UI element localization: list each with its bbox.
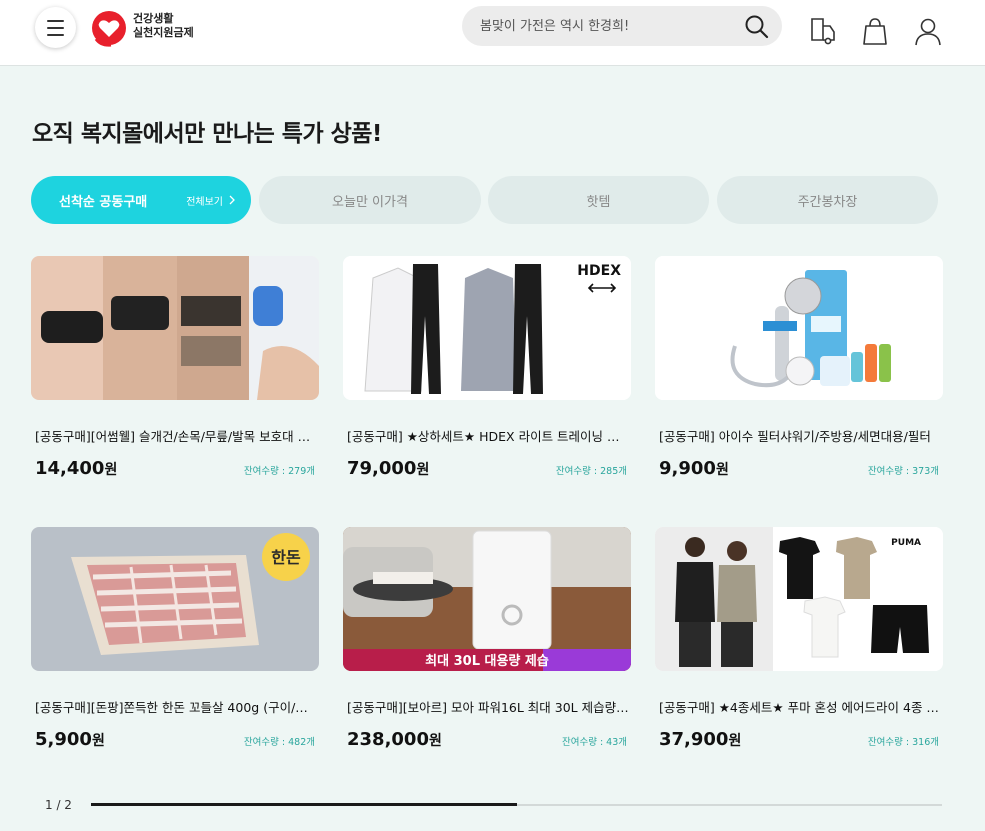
- product-image[interactable]: PUMA: [655, 527, 943, 671]
- product-price: 238,000원: [347, 729, 442, 750]
- site-header: 건강생활 실천지원금제: [0, 0, 985, 66]
- carousel-progress[interactable]: [91, 803, 942, 806]
- product-name[interactable]: [공동구매] ★4종세트★ 푸마 혼성 에어드라이 4종 세트: [655, 697, 941, 716]
- logo-line2: 실천지원금제: [133, 26, 194, 39]
- chevron-right-icon: [229, 195, 235, 205]
- search-icon[interactable]: [744, 14, 770, 40]
- product-name[interactable]: [공동구매][돈팡]쫀득한 한돈 꼬들살 400g (구이/수육): [31, 697, 317, 716]
- search-bar: [462, 6, 782, 46]
- carousel-progress-fill: [91, 803, 517, 806]
- view-all-link[interactable]: 전체보기: [186, 193, 235, 208]
- brand-badge: HDEX: [577, 263, 621, 279]
- product-price: 5,900원: [35, 729, 105, 750]
- logo-line1: 건강생활: [133, 12, 174, 25]
- user-icon[interactable]: [914, 16, 942, 46]
- product-price: 79,000원: [347, 458, 430, 479]
- product-card[interactable]: HDEX [공동구매] ★상하세트★ HDEX 라이트 트레이닝 셋업 79,0…: [343, 256, 631, 479]
- hamburger-icon: [47, 19, 64, 22]
- product-card[interactable]: 최대 30L 대용량 제습 [공동구매][보아르] 모아 파워16L 최대 30…: [343, 527, 631, 750]
- product-image[interactable]: 최대 30L 대용량 제습: [343, 527, 631, 671]
- product-name[interactable]: [공동구매][어썸웰] 슬개건/손목/무릎/발목 보호대 외 8종: [31, 426, 317, 445]
- menu-button[interactable]: [35, 7, 76, 48]
- product-card[interactable]: [공동구매][어썸웰] 슬개건/손목/무릎/발목 보호대 외 8종 14,400…: [31, 256, 319, 479]
- brand-badge: PUMA: [891, 538, 921, 548]
- product-image[interactable]: [655, 256, 943, 400]
- tab-first-come-group-buy[interactable]: 선착순 공동구매 전체보기: [31, 176, 251, 224]
- tab-today-only[interactable]: 오늘만 이가격: [259, 176, 481, 224]
- promo-banner: 최대 30L 대용량 제습: [425, 653, 549, 669]
- product-image[interactable]: [31, 256, 319, 400]
- stock-remaining: 잔여수량 : 373개: [867, 466, 939, 477]
- product-name[interactable]: [공동구매][보아르] 모아 파워16L 최대 30L 제습량 제습기: [343, 697, 629, 716]
- tab-label: 핫템: [586, 194, 611, 210]
- search-input[interactable]: [480, 6, 740, 46]
- brand-badge: 한돈: [271, 548, 301, 567]
- tab-label: 오늘만 이가격: [332, 194, 408, 210]
- heart-logo-icon: [92, 11, 126, 47]
- product-image[interactable]: HDEX: [343, 256, 631, 400]
- stock-remaining: 잔여수량 : 482개: [243, 737, 315, 748]
- stock-remaining: 잔여수량 : 279개: [243, 466, 315, 477]
- product-card[interactable]: 한돈 [공동구매][돈팡]쫀득한 한돈 꼬들살 400g (구이/수육) 5,9…: [31, 527, 319, 750]
- page-indicator: 1 / 2: [45, 798, 72, 812]
- tab-label: 주간봉차장: [797, 194, 858, 210]
- product-card[interactable]: PUMA [공동구매] ★4종세트★ 푸마 혼성 에어드라이 4종 세트 37,…: [655, 527, 943, 750]
- stock-remaining: 잔여수량 : 43개: [561, 737, 627, 748]
- product-price: 37,900원: [659, 729, 742, 750]
- product-name[interactable]: [공동구매] 아이수 필터샤워기/주방용/세면대용/필터: [655, 426, 941, 445]
- shopping-bag-icon[interactable]: [862, 16, 888, 46]
- product-card[interactable]: [공동구매] 아이수 필터샤워기/주방용/세면대용/필터 9,900원 잔여수량…: [655, 256, 943, 479]
- product-price: 9,900원: [659, 458, 729, 479]
- tab-hot-items[interactable]: 핫템: [488, 176, 709, 224]
- product-image[interactable]: 한돈: [31, 527, 319, 671]
- product-price: 14,400원: [35, 458, 118, 479]
- stock-remaining: 잔여수량 : 316개: [867, 737, 939, 748]
- delivery-icon[interactable]: [809, 16, 837, 46]
- product-name[interactable]: [공동구매] ★상하세트★ HDEX 라이트 트레이닝 셋업: [343, 426, 629, 445]
- section-title: 오직 복지몰에서만 만나는 특가 상품!: [32, 121, 382, 147]
- tab-weekly-market[interactable]: 주간봉차장: [717, 176, 938, 224]
- stock-remaining: 잔여수량 : 285개: [555, 466, 627, 477]
- logo[interactable]: 건강생활 실천지원금제: [91, 9, 216, 49]
- tab-label: 선착순 공동구매: [59, 194, 148, 210]
